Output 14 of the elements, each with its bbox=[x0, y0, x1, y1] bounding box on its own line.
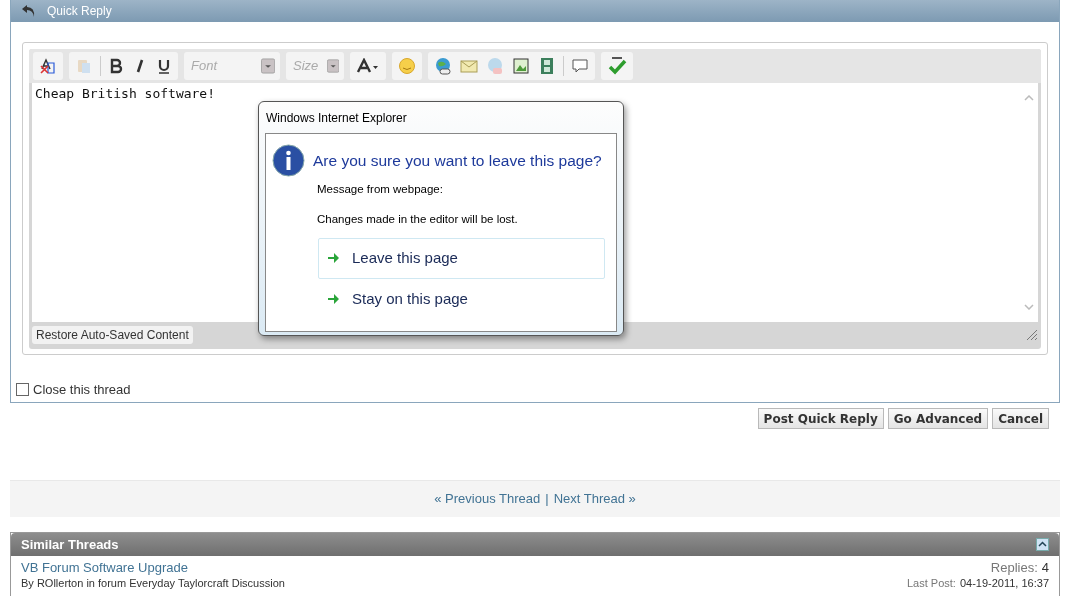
nav-separator: | bbox=[545, 490, 549, 509]
editor-text: Cheap British software! bbox=[35, 86, 215, 101]
checkbox-label: Close this thread bbox=[33, 381, 131, 399]
last-post-date: 04-19-2011, 16:37 bbox=[959, 576, 1049, 591]
replies-label: Replies: bbox=[990, 560, 1038, 576]
dialog-heading: Are you sure you want to leave this page? bbox=[313, 150, 602, 171]
dialog-message: Changes made in the editor will be lost. bbox=[317, 212, 519, 228]
dialog-message: Message from webpage: bbox=[317, 182, 444, 197]
section-title: Similar Threads bbox=[21, 535, 119, 554]
replies-count: 4 bbox=[1041, 560, 1049, 576]
dialog-title: Windows Internet Explorer bbox=[265, 110, 408, 127]
thread-byline: By ROllerton in forum Everyday Taylorcraft Discussion bbox=[21, 576, 285, 591]
last-post-label: Last Post: bbox=[907, 576, 956, 591]
panel-title: Quick Reply bbox=[47, 3, 112, 20]
